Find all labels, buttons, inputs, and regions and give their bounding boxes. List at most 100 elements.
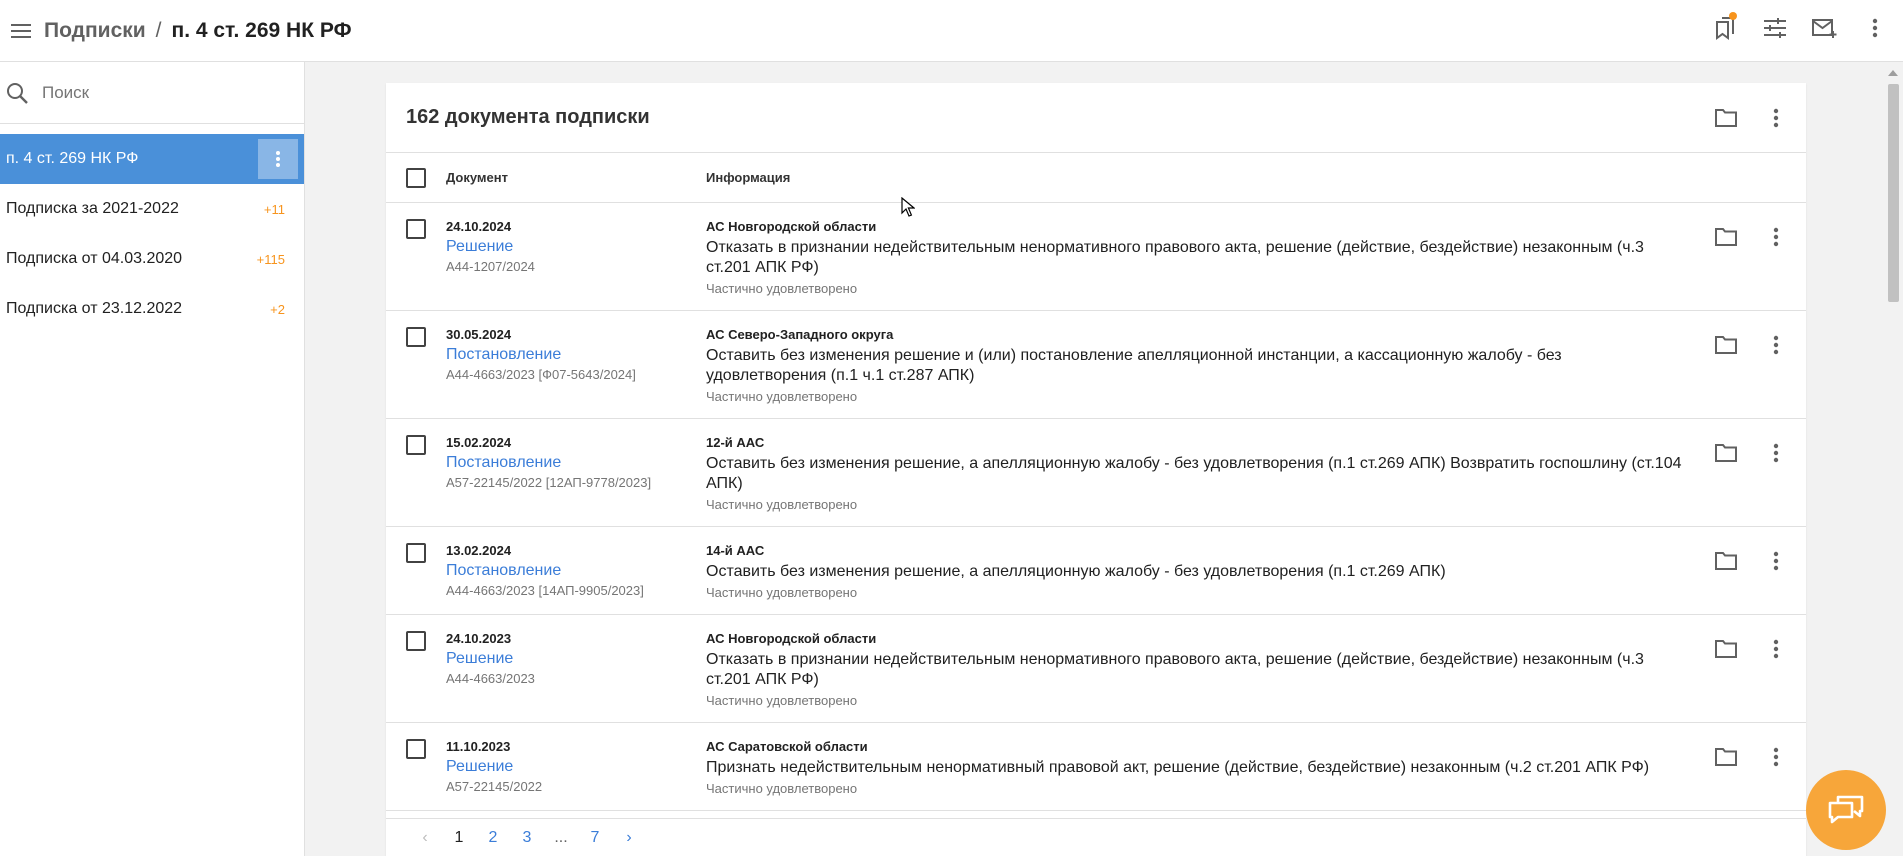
decision-status: Частично удовлетворено: [706, 389, 858, 404]
court-name: АС Саратовской области: [706, 739, 868, 754]
table-row: 30.05.2024 Постановление А44-4663/2023 […: [386, 311, 1806, 419]
decision-status: Частично удовлетворено: [706, 497, 858, 512]
search-bar: [0, 62, 304, 124]
case-number: А44-4663/2023: [446, 671, 535, 686]
more-vert-icon: [1773, 551, 1779, 571]
subscription-label: Подписка за 2021-2022: [6, 200, 179, 217]
subscription-label: п. 4 ст. 269 НК РФ: [6, 150, 139, 167]
subscription-menu-button[interactable]: [258, 139, 298, 179]
document-date: 30.05.2024: [446, 327, 512, 342]
table-row: 24.10.2024 Решение А44-1207/2024 АС Новг…: [386, 203, 1806, 311]
folder-button[interactable]: [1708, 100, 1744, 136]
row-more-button[interactable]: [1758, 631, 1794, 667]
search-input[interactable]: [42, 82, 282, 103]
decision-status: Частично удовлетворено: [706, 781, 858, 796]
filter-button[interactable]: [1757, 10, 1793, 46]
page-title: п. 4 ст. 269 НК РФ: [171, 18, 352, 42]
row-folder-button[interactable]: [1708, 435, 1744, 471]
more-vert-icon: [1773, 335, 1779, 355]
court-name: АС Новгородской области: [706, 631, 877, 646]
document-type-link[interactable]: Решение: [446, 650, 706, 668]
search-icon: [7, 82, 28, 104]
subscription-item[interactable]: п. 4 ст. 269 НК РФ: [0, 134, 304, 184]
document-type-link[interactable]: Постановление: [446, 562, 706, 580]
document-type-link[interactable]: Постановление: [446, 346, 706, 364]
scroll-up-arrow[interactable]: [1888, 70, 1898, 76]
row-folder-button[interactable]: [1708, 219, 1744, 255]
subscription-label: Подписка от 04.03.2020: [6, 250, 183, 267]
court-name: АС Северо-Западного округа: [706, 327, 894, 342]
pagination-page[interactable]: 1: [442, 829, 476, 847]
table-row: 13.02.2024 Постановление А44-4663/2023 […: [386, 527, 1806, 615]
case-number: А44-4663/2023 [Ф07-5643/2024]: [446, 367, 636, 382]
decision-text: Отказать в признании недействительным не…: [706, 239, 1644, 276]
select-all-checkbox[interactable]: [406, 167, 426, 188]
row-checkbox[interactable]: [406, 219, 426, 239]
decision-status: Частично удовлетворено: [706, 585, 858, 600]
court-name: АС Новгородской области: [706, 219, 877, 234]
row-checkbox[interactable]: [406, 327, 426, 347]
table-row: 24.10.2023 Решение А44-4663/2023 АС Новг…: [386, 615, 1806, 723]
top-actions: [1707, 10, 1893, 46]
mail-add-button[interactable]: [1807, 10, 1843, 46]
pagination-page[interactable]: 2: [476, 829, 510, 847]
folder-icon: [1715, 640, 1737, 658]
filter-icon: [1764, 18, 1786, 38]
sidebar: п. 4 ст. 269 НК РФ Подписка за 2021-2022…: [0, 62, 305, 856]
scrollbar-thumb[interactable]: [1888, 84, 1899, 302]
pagination-ellipsis: ...: [554, 828, 568, 846]
row-folder-button[interactable]: [1708, 739, 1744, 775]
decision-status: Частично удовлетворено: [706, 693, 858, 708]
documents-card: 162 документа подписки Документ Информац…: [386, 83, 1806, 856]
subscription-new-count: +11: [263, 201, 285, 217]
chat-button[interactable]: [1806, 770, 1886, 850]
document-date: 11.10.2023: [446, 739, 511, 754]
row-folder-button[interactable]: [1708, 631, 1744, 667]
documents-table: 24.10.2024 Решение А44-1207/2024 АС Новг…: [386, 203, 1806, 818]
pagination-page[interactable]: 3: [510, 829, 544, 847]
document-type-link[interactable]: Постановление: [446, 454, 706, 472]
scrollbar[interactable]: [1884, 62, 1903, 856]
row-more-button[interactable]: [1758, 327, 1794, 363]
subscription-new-count: +2: [270, 301, 285, 317]
breadcrumb-subscriptions-link[interactable]: Подписки: [44, 19, 146, 43]
subscription-item[interactable]: Подписка от 04.03.2020 +115: [0, 234, 304, 284]
column-header-info: Информация: [706, 170, 791, 185]
card-header-actions: [1708, 100, 1794, 136]
case-number: А44-1207/2024: [446, 259, 535, 274]
document-type-link[interactable]: Решение: [446, 238, 706, 256]
breadcrumb: Подписки / п. 4 ст. 269 НК РФ: [44, 19, 352, 43]
more-options-button[interactable]: [1758, 100, 1794, 136]
subscription-label: Подписка от 23.12.2022: [6, 300, 183, 317]
decision-text: Оставить без изменения решение, а апелля…: [706, 455, 1682, 492]
document-type-link[interactable]: Решение: [446, 758, 706, 776]
row-folder-button[interactable]: [1708, 327, 1744, 363]
menu-icon[interactable]: [4, 14, 38, 48]
documents-count-title: 162 документа подписки: [406, 106, 650, 128]
top-bar: Подписки / п. 4 ст. 269 НК РФ: [0, 0, 1903, 62]
more-vert-icon: [1773, 443, 1779, 463]
pagination-prev-button[interactable]: ‹: [408, 829, 442, 847]
pagination-next-button[interactable]: ›: [612, 829, 646, 847]
court-name: 14-й ААС: [706, 543, 765, 558]
row-folder-button[interactable]: [1708, 543, 1744, 579]
pagination-page[interactable]: 7: [578, 829, 612, 847]
subscription-item[interactable]: Подписка за 2021-2022 +11: [0, 184, 304, 234]
folder-icon: [1715, 108, 1737, 127]
row-more-button[interactable]: [1758, 739, 1794, 775]
column-header-document: Документ: [446, 170, 508, 185]
decision-status: Частично удовлетворено: [706, 281, 858, 296]
row-checkbox[interactable]: [406, 435, 426, 455]
row-checkbox[interactable]: [406, 739, 426, 759]
subscription-item[interactable]: Подписка от 23.12.2022 +2: [0, 284, 304, 334]
row-more-button[interactable]: [1758, 543, 1794, 579]
bookmarks-button[interactable]: [1707, 10, 1743, 46]
more-vert-icon: [276, 151, 280, 167]
row-checkbox[interactable]: [406, 543, 426, 563]
row-checkbox[interactable]: [406, 631, 426, 651]
more-options-button[interactable]: [1857, 10, 1893, 46]
table-row: 15.02.2024 Постановление А57-22145/2022 …: [386, 419, 1806, 527]
row-more-button[interactable]: [1758, 435, 1794, 471]
folder-icon: [1715, 444, 1737, 462]
row-more-button[interactable]: [1758, 219, 1794, 255]
